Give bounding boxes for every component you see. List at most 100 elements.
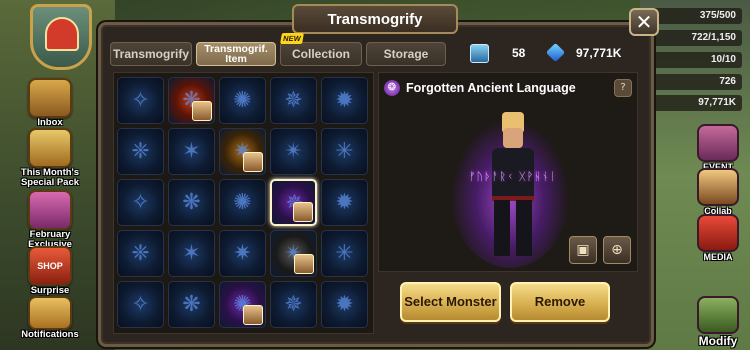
remove-button[interactable]: Remove bbox=[510, 282, 610, 322]
effect-glyph-icon: ❋ bbox=[182, 292, 201, 317]
info-icon[interactable]: ? bbox=[614, 79, 632, 97]
shield-emblem-icon bbox=[45, 17, 79, 51]
monster-head bbox=[503, 128, 523, 148]
effect-glyph-icon: ✹ bbox=[335, 190, 354, 215]
shop-icon: SHOP bbox=[28, 246, 72, 286]
transmog-item-cell[interactable]: ✹ bbox=[321, 281, 368, 328]
transmog-item-cell[interactable]: ✧ bbox=[117, 77, 164, 124]
transmog-item-cell[interactable]: ✧ bbox=[117, 179, 164, 226]
transmog-item-cell[interactable]: ❈ bbox=[117, 230, 164, 277]
media-label: MEDIA bbox=[703, 252, 733, 262]
special-pack-menu-item[interactable]: This Month's Special Pack bbox=[0, 128, 100, 188]
monster-portrait-icon bbox=[243, 152, 263, 172]
monster-portrait-icon bbox=[243, 305, 263, 325]
notifications-label: Notifications bbox=[21, 329, 79, 340]
monster-portrait-icon bbox=[293, 202, 313, 222]
effect-glyph-icon: ✶ bbox=[182, 139, 201, 164]
effect-swirl-icon: ❂ bbox=[384, 80, 400, 96]
tab-transmogrify[interactable]: Transmogrify bbox=[110, 42, 192, 66]
notifications-menu-item[interactable]: Notifications bbox=[0, 296, 100, 340]
effect-glyph-icon: ✺ bbox=[233, 88, 252, 113]
effect-glyph-icon: ❈ bbox=[131, 241, 150, 266]
effect-glyph-icon: ✧ bbox=[131, 292, 150, 317]
transmog-item-cell[interactable]: ✴ bbox=[270, 128, 317, 175]
effect-glyph-icon: ❋ bbox=[182, 190, 201, 215]
transmog-item-cell[interactable]: ✳ bbox=[321, 230, 368, 277]
zoom-button[interactable]: ⊕ bbox=[603, 236, 631, 264]
inbox-menu-item[interactable]: Inbox bbox=[0, 78, 100, 128]
effect-glyph-icon: ✧ bbox=[131, 190, 150, 215]
special-pack-label-2: Special Pack bbox=[20, 177, 80, 188]
effect-glyph-icon: ✳ bbox=[335, 241, 354, 266]
transmog-item-cell[interactable]: ✵ bbox=[270, 77, 317, 124]
gift-pack-icon bbox=[28, 128, 72, 168]
event-gift-icon bbox=[697, 124, 739, 162]
transmog-item-cell[interactable]: ✳ bbox=[321, 128, 368, 175]
preview-title: Forgotten Ancient Language bbox=[406, 81, 576, 95]
transmog-item-cell[interactable]: ❋ bbox=[168, 281, 215, 328]
effect-glyph-icon: ✴ bbox=[284, 139, 303, 164]
play-video-icon bbox=[697, 214, 739, 252]
tab-collection[interactable]: Collection bbox=[280, 42, 362, 66]
exclusive-pack-icon bbox=[28, 190, 72, 230]
transmog-item-cell[interactable]: ✵ bbox=[270, 281, 317, 328]
monster-leg-right bbox=[516, 200, 532, 256]
transmog-item-cell[interactable]: ✧ bbox=[117, 281, 164, 328]
new-badge: NEW bbox=[280, 33, 304, 44]
effect-glyph-icon: ✵ bbox=[284, 292, 303, 317]
select-monster-button[interactable]: Select Monster bbox=[400, 282, 501, 322]
collab-hero-icon bbox=[697, 168, 739, 206]
transmog-item-cell[interactable]: ✺ bbox=[219, 77, 266, 124]
transmog-item-cell[interactable]: ❋ bbox=[168, 179, 215, 226]
chest-icon bbox=[28, 78, 72, 118]
transmog-item-cell[interactable]: ✹ bbox=[321, 179, 368, 226]
close-button[interactable]: ✕ bbox=[629, 8, 659, 36]
transmog-item-cell[interactable]: ✺ bbox=[219, 179, 266, 226]
guild-shield-icon[interactable] bbox=[30, 4, 92, 70]
arena-wings-counter: 722/1,150 bbox=[650, 30, 742, 46]
crystal-amount: 58 bbox=[512, 46, 526, 60]
modify-label: Modify bbox=[698, 334, 738, 348]
effect-glyph-icon: ✵ bbox=[284, 88, 303, 113]
transmog-item-cell[interactable]: ✺ bbox=[219, 281, 266, 328]
effect-glyph-icon: ✶ bbox=[182, 241, 201, 266]
energy-counter: 375/500 bbox=[650, 8, 742, 24]
island-icon bbox=[697, 296, 739, 334]
transmog-item-cell[interactable]: ✵ bbox=[270, 179, 317, 226]
mana-amount: 97,771K bbox=[576, 46, 622, 60]
bell-icon bbox=[28, 296, 72, 330]
event-menu-item[interactable]: EVENT bbox=[692, 124, 744, 172]
monster-portrait-icon bbox=[294, 254, 314, 274]
effect-glyph-icon: ✹ bbox=[335, 88, 354, 113]
effect-glyph-icon: ✹ bbox=[335, 292, 354, 317]
tab-transmogrify-item[interactable]: Transmogrif. Item bbox=[196, 42, 276, 66]
transmog-item-cell[interactable]: ❈ bbox=[117, 128, 164, 175]
transmog-item-cell[interactable]: ✴ bbox=[270, 230, 317, 277]
crystal-card-icon bbox=[470, 44, 489, 63]
crystal-counter: 726 bbox=[650, 74, 742, 90]
inbox-label: Inbox bbox=[37, 117, 63, 128]
media-menu-item[interactable]: MEDIA bbox=[692, 214, 744, 262]
effect-glyph-icon: ❈ bbox=[131, 139, 150, 164]
effect-glyph-icon: ✺ bbox=[233, 190, 252, 215]
effect-glyph-icon: ✳ bbox=[335, 139, 354, 164]
effect-glyph-icon: ✧ bbox=[131, 88, 150, 113]
transmog-item-cell[interactable]: ✶ bbox=[168, 230, 215, 277]
preview-header: ❂ Forgotten Ancient Language ? bbox=[380, 78, 636, 98]
dimension-counter: 10/10 bbox=[650, 52, 742, 68]
transmog-item-cell[interactable]: ✷ bbox=[219, 230, 266, 277]
modify-menu-item[interactable]: Modify bbox=[692, 296, 744, 348]
camera-button[interactable]: ▣ bbox=[569, 236, 597, 264]
transmog-item-cell[interactable]: ✶ bbox=[168, 128, 215, 175]
transmog-item-cell[interactable]: ✷ bbox=[219, 128, 266, 175]
transmog-item-cell[interactable]: ❋ bbox=[168, 77, 215, 124]
window-title: Transmogrify bbox=[292, 4, 458, 34]
mana-counter: 97,771K bbox=[650, 95, 742, 111]
tab-storage[interactable]: Storage bbox=[366, 42, 446, 66]
rune-text-effect: ᚠᚢᚦᚨᚱᚲ ᚷᚹᚺᚾᛁ bbox=[468, 170, 558, 183]
monster-portrait-icon bbox=[192, 101, 212, 121]
february-exclusive-menu-item[interactable]: February Exclusive bbox=[0, 190, 100, 250]
transmog-item-cell[interactable]: ✹ bbox=[321, 77, 368, 124]
monster-preview bbox=[478, 112, 548, 262]
effect-glyph-icon: ✷ bbox=[233, 241, 252, 266]
